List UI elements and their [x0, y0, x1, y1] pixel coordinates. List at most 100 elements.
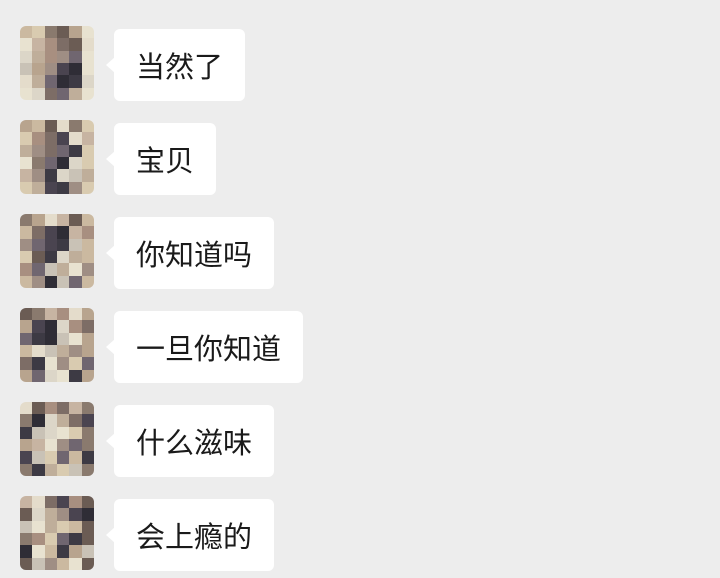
avatar-mosaic-tile: [44, 320, 57, 333]
avatar-mosaic-tile: [44, 156, 57, 170]
avatar-mosaic-tile: [56, 181, 70, 194]
avatar-mosaic-tile: [81, 181, 94, 194]
avatar-mosaic-tile: [20, 120, 33, 133]
message-bubble[interactable]: 一旦你知道: [105, 311, 304, 383]
avatar-mosaic-tile: [44, 344, 57, 358]
avatar-mosaic-tile: [69, 451, 82, 464]
sender-avatar[interactable]: [20, 214, 94, 288]
avatar-mosaic-tile: [69, 369, 82, 382]
message-text: 什么滋味: [136, 426, 253, 460]
avatar-mosaic-tile: [20, 226, 33, 239]
avatar-mosaic-tile: [56, 344, 70, 358]
avatar-mosaic-tile: [56, 438, 70, 452]
avatar-mosaic-tile: [69, 320, 82, 333]
avatar-mosaic-tile: [44, 496, 57, 509]
sender-avatar[interactable]: [20, 402, 94, 476]
avatar-mosaic-tile: [56, 26, 70, 39]
message-bubble[interactable]: 当然了: [105, 29, 246, 101]
avatar-mosaic-tile: [32, 169, 45, 182]
avatar-mosaic-tile: [69, 275, 82, 288]
avatar-mosaic-tile: [32, 320, 45, 333]
avatar-mosaic-tile: [56, 275, 70, 288]
avatar-mosaic-tile: [20, 402, 33, 415]
avatar-mosaic-tile: [56, 238, 70, 251]
avatar-mosaic-tile: [56, 545, 70, 558]
avatar-mosaic-tile: [81, 275, 94, 288]
avatar-mosaic-tile: [20, 87, 33, 100]
avatar-mosaic-tile: [56, 532, 70, 546]
avatar-mosaic-tile: [32, 508, 45, 521]
avatar-mosaic-tile: [44, 38, 57, 51]
avatar-mosaic-tile: [56, 38, 70, 51]
sender-avatar[interactable]: [20, 496, 94, 570]
avatar-mosaic-tile: [81, 144, 94, 157]
avatar-mosaic-tile: [69, 75, 82, 88]
avatar-mosaic-tile: [81, 414, 94, 427]
avatar-mosaic-tile: [32, 357, 45, 370]
avatar-mosaic-tile: [32, 308, 45, 321]
avatar-mosaic-tile: [69, 214, 82, 227]
avatar-mosaic-tile: [44, 87, 57, 100]
avatar-mosaic-tile: [69, 250, 82, 264]
avatar-mosaic-tile: [32, 275, 45, 288]
avatar-mosaic-tile: [56, 308, 70, 321]
avatar-mosaic-tile: [81, 263, 94, 276]
sender-avatar[interactable]: [20, 26, 94, 100]
avatar-mosaic-tile: [69, 263, 82, 276]
avatar-mosaic-tile: [69, 156, 82, 170]
avatar-mosaic-tile: [32, 369, 45, 382]
avatar-mosaic-tile: [20, 250, 33, 264]
avatar-mosaic-tile: [44, 438, 57, 452]
avatar-mosaic-tile: [81, 402, 94, 415]
avatar-mosaic-tile: [20, 275, 33, 288]
avatar-mosaic-tile: [20, 263, 33, 276]
avatar-mosaic-tile: [44, 250, 57, 264]
avatar-mosaic-tile: [20, 156, 33, 170]
avatar-mosaic-tile: [44, 132, 57, 145]
message-bubble[interactable]: 会上瘾的: [105, 499, 275, 571]
avatar-mosaic-tile: [69, 38, 82, 51]
chat-message-row: 会上瘾的: [0, 496, 720, 571]
sender-avatar[interactable]: [20, 120, 94, 194]
avatar-mosaic-tile: [56, 226, 70, 239]
avatar-mosaic-tile: [69, 520, 82, 533]
avatar-mosaic-tile: [69, 87, 82, 100]
avatar-mosaic-tile: [56, 463, 70, 476]
avatar-mosaic-tile: [32, 463, 45, 476]
avatar-mosaic-tile: [32, 438, 45, 452]
avatar-mosaic-tile: [20, 75, 33, 88]
avatar-mosaic-tile: [20, 238, 33, 251]
avatar-mosaic-tile: [44, 532, 57, 546]
avatar-mosaic-tile: [69, 169, 82, 182]
avatar-mosaic-tile: [44, 332, 57, 345]
avatar-mosaic-tile: [44, 520, 57, 533]
avatar-mosaic-tile: [81, 169, 94, 182]
avatar-mosaic-tile: [56, 132, 70, 145]
avatar-mosaic-tile: [20, 181, 33, 194]
message-bubble[interactable]: 什么滋味: [105, 405, 275, 477]
message-text: 你知道吗: [136, 238, 253, 272]
message-bubble[interactable]: 宝贝: [105, 123, 217, 195]
avatar-mosaic-tile: [56, 508, 70, 521]
avatar-mosaic-tile: [44, 402, 57, 415]
avatar-mosaic-tile: [44, 226, 57, 239]
avatar-mosaic-tile: [56, 332, 70, 345]
avatar-mosaic-tile: [44, 463, 57, 476]
avatar-mosaic-tile: [20, 320, 33, 333]
avatar-mosaic-tile: [69, 496, 82, 509]
message-bubble[interactable]: 你知道吗: [105, 217, 275, 289]
avatar-mosaic-tile: [56, 402, 70, 415]
avatar-mosaic-tile: [81, 238, 94, 251]
avatar-mosaic-tile: [44, 357, 57, 370]
avatar-mosaic-tile: [20, 144, 33, 157]
avatar-mosaic-tile: [69, 181, 82, 194]
avatar-mosaic-tile: [32, 263, 45, 276]
avatar-mosaic-tile: [69, 402, 82, 415]
avatar-mosaic-tile: [20, 369, 33, 382]
avatar-mosaic-tile: [32, 557, 45, 570]
avatar-mosaic-tile: [69, 332, 82, 345]
avatar-mosaic-tile: [32, 156, 45, 170]
avatar-mosaic-tile: [56, 75, 70, 88]
sender-avatar[interactable]: [20, 308, 94, 382]
avatar-mosaic-tile: [44, 263, 57, 276]
